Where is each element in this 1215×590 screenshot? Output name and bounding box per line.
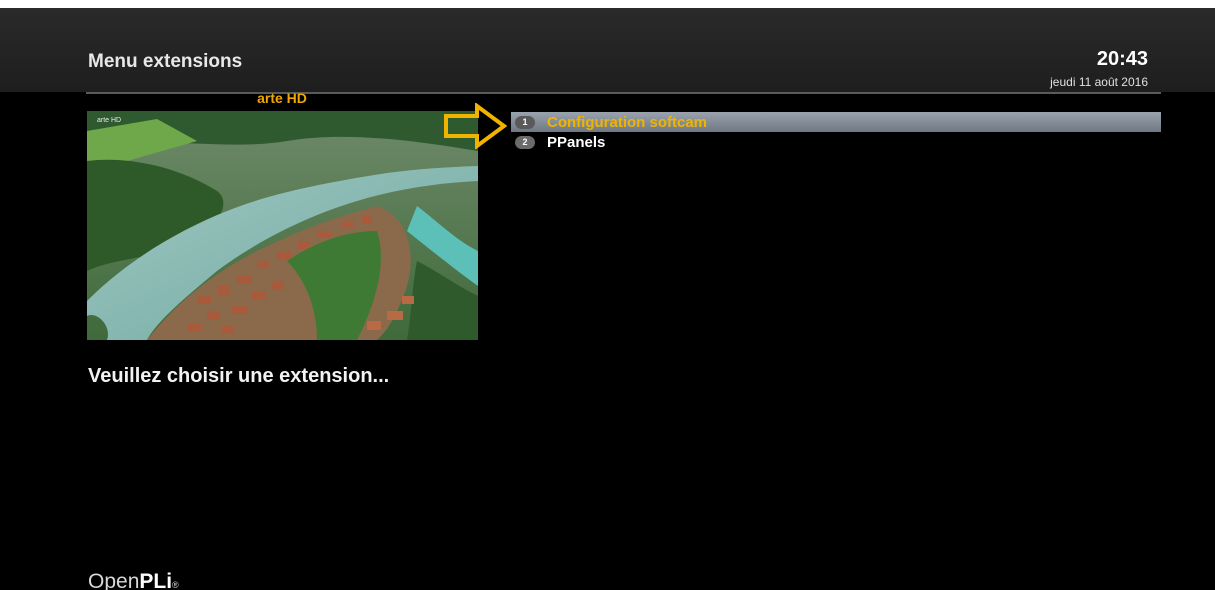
arrow-right-icon <box>444 103 507 149</box>
hint-text: Veuillez choisir une extension... <box>88 365 390 387</box>
number-badge: 1 <box>515 115 535 129</box>
channel-watermark: arte HD <box>97 117 122 124</box>
page-title: Menu extensions <box>88 51 243 72</box>
menu-item-label: Configuration softcam <box>547 113 707 131</box>
date: jeudi 11 août 2016 <box>1050 75 1148 89</box>
menu-item-configuration-softcam[interactable]: 1 Configuration softcam <box>511 112 1161 132</box>
tv-screen: Menu extensions 20:43 jeudi 11 août 2016… <box>0 8 1215 590</box>
menu-item-ppanels[interactable]: 2 PPanels <box>511 132 1161 152</box>
logo-bold: PLi <box>139 570 173 590</box>
tv-preview-window: arte HD <box>87 111 478 340</box>
logo-light: Open <box>88 570 140 590</box>
channel-name: arte HD <box>257 90 307 106</box>
clock: 20:43 <box>1096 48 1148 70</box>
extensions-menu: 1 Configuration softcam 2 PPanels <box>511 112 1161 152</box>
preview-image <box>87 111 478 340</box>
number-badge: 2 <box>515 135 535 149</box>
logo-mark: ® <box>172 580 179 590</box>
header-bar: Menu extensions 20:43 jeudi 11 août 2016 <box>0 8 1215 92</box>
menu-item-label: PPanels <box>547 133 606 151</box>
openpli-logo: OpenPLi® <box>88 570 179 590</box>
